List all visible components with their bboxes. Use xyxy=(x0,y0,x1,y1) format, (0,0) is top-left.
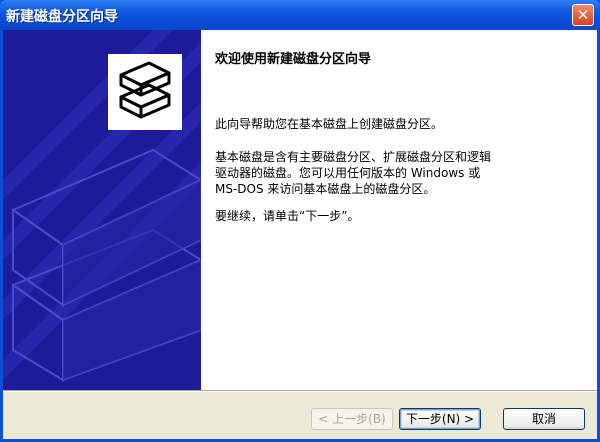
disk-stack-icon xyxy=(119,61,171,119)
wizard-content: 欢迎使用新建磁盘分区向导 此向导帮助您在基本磁盘上创建磁盘分区。 基本磁盘是含有… xyxy=(3,30,597,439)
continue-text: 要继续，请单击“下一步”。 xyxy=(215,209,360,223)
title-bar[interactable]: 新建磁盘分区向导 ✕ xyxy=(0,0,600,30)
description-line-2: 驱动器的磁盘。您可以用任何版本的 Windows 或 xyxy=(215,166,481,180)
wizard-sidebar xyxy=(3,30,201,390)
next-button[interactable]: 下一步(N) > xyxy=(399,408,481,430)
close-button[interactable]: ✕ xyxy=(572,4,594,26)
wizard-heading: 欢迎使用新建磁盘分区向导 xyxy=(215,52,372,67)
wizard-logo xyxy=(108,54,182,130)
wizard-main: 欢迎使用新建磁盘分区向导 此向导帮助您在基本磁盘上创建磁盘分区。 基本磁盘是含有… xyxy=(201,30,597,390)
wizard-footer: < 上一步(B) 下一步(N) > 取消 xyxy=(3,392,597,439)
window-title: 新建磁盘分区向导 xyxy=(6,9,118,25)
intro-text: 此向导帮助您在基本磁盘上创建磁盘分区。 xyxy=(215,117,444,131)
back-button[interactable]: < 上一步(B) xyxy=(311,408,393,430)
close-icon: ✕ xyxy=(576,6,590,24)
cancel-button[interactable]: 取消 xyxy=(503,408,585,430)
description-line-1: 基本磁盘是含有主要磁盘分区、扩展磁盘分区和逻辑 xyxy=(215,150,492,164)
description-line-3: MS-DOS 来访问基本磁盘上的磁盘分区。 xyxy=(215,182,436,196)
